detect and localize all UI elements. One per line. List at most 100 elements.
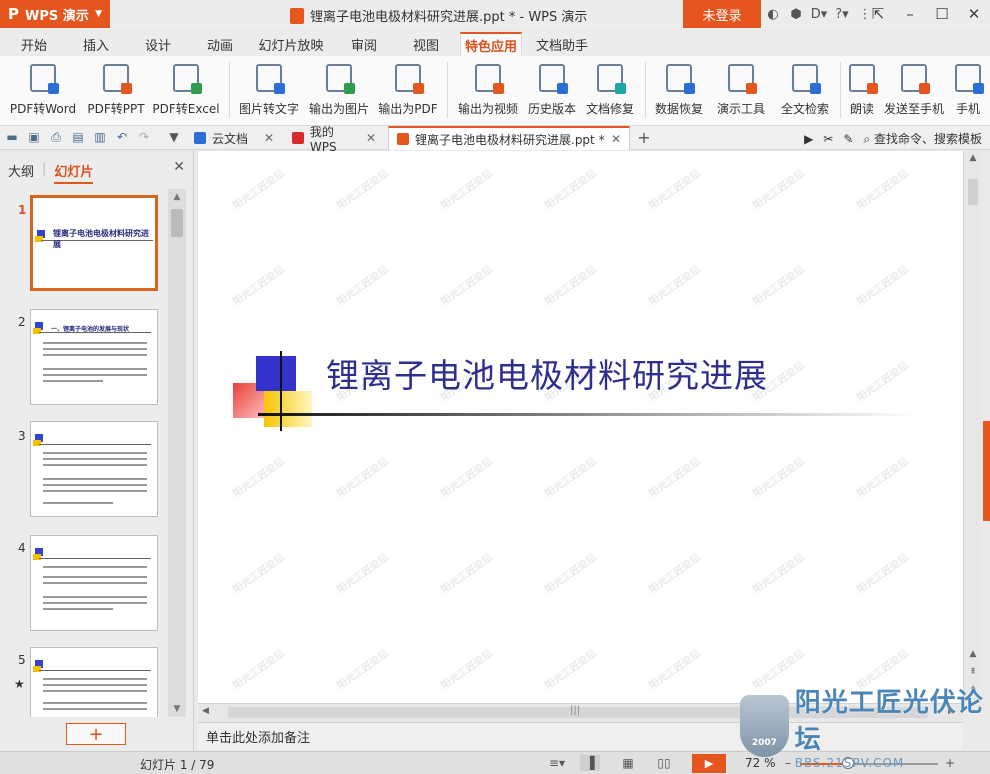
tab-animation[interactable]: 动画	[200, 32, 240, 56]
pdf-to-ppt-button[interactable]: PDF转PPT	[84, 62, 148, 120]
customize-dropdown-icon[interactable]: ▼	[166, 129, 182, 145]
scroll-up-icon[interactable]: ▲	[964, 153, 982, 163]
slide-thumb-1[interactable]: 锂离子电池电极材料研究进展	[30, 195, 158, 291]
login-button[interactable]: 未登录	[683, 0, 761, 28]
scroll-up-icon[interactable]: ▲	[168, 189, 186, 205]
prev-slide-icon[interactable]: ⇞	[964, 667, 982, 677]
phone-button[interactable]: 手机	[950, 62, 986, 120]
save-icon[interactable]: ▣	[26, 129, 42, 145]
thumb-text	[43, 678, 147, 680]
pdf-to-excel-icon	[173, 64, 202, 94]
ribbon-separator	[447, 62, 448, 118]
close-icon[interactable]: ✕	[958, 0, 990, 28]
maximize-icon[interactable]: ☐	[926, 0, 958, 28]
export-image-label: 输出为图片	[308, 102, 369, 116]
pdf-to-word-button[interactable]: PDF转Word	[8, 62, 78, 120]
slide-thumb-3[interactable]	[30, 421, 158, 517]
play-slideshow-button[interactable]: ▶	[692, 754, 726, 773]
panel-tabs: 大纲 | 幻灯片	[8, 161, 94, 184]
scroll-left-icon[interactable]: ◀	[202, 706, 209, 716]
scroll-thumb[interactable]	[968, 179, 978, 205]
tools-icon[interactable]: ✎	[843, 132, 853, 146]
minimize-icon[interactable]: –	[894, 0, 926, 28]
normal-view-icon[interactable]: ▐	[580, 755, 600, 771]
slides-panel: 大纲 | 幻灯片 ✕ 1 锂离子电池电极材料研究进展 2 一、锂离子电池的发展与…	[0, 151, 194, 751]
scroll-thumb[interactable]	[171, 209, 183, 237]
ocr-button[interactable]: 图片转文字	[236, 62, 302, 120]
present-tools-button[interactable]: 演示工具	[710, 62, 772, 120]
open-folder-icon[interactable]: ▬	[4, 129, 20, 145]
slide-thumb-5[interactable]	[30, 647, 158, 717]
doc-tab-mywps[interactable]: 我的WPS ✕	[284, 125, 384, 154]
slide-thumb-2[interactable]: 一、锂离子电池的发展与现状	[30, 309, 158, 405]
doc-tab-label: 我的WPS	[309, 124, 337, 154]
thumb-text	[43, 464, 147, 466]
help-icon[interactable]: ?▾	[833, 4, 851, 24]
doc-tab-cloud[interactable]: 云文档 ✕	[186, 126, 282, 150]
vertical-scrollbar[interactable]: ▲ ▲ ⇞ ⇟	[963, 151, 981, 703]
restore-ribbon-icon[interactable]: ⇱	[862, 0, 894, 28]
thumb-text	[43, 452, 147, 454]
redo-icon[interactable]: ↷	[136, 129, 152, 145]
thumb-text	[43, 368, 147, 370]
export-pdf-button[interactable]: 输出为PDF	[376, 62, 440, 120]
tab-design[interactable]: 设计	[138, 32, 178, 56]
scroll-down-icon[interactable]: ▼	[168, 701, 186, 717]
skin-icon[interactable]: ◐	[764, 4, 782, 24]
slide-number: 4	[18, 541, 26, 555]
slide-thumb-4[interactable]	[30, 535, 158, 631]
watermark-tile: 阳光工匠论坛	[335, 552, 391, 596]
forum-name: 阳光工匠光伏论坛	[794, 688, 984, 755]
undo-icon[interactable]: ↶	[114, 129, 130, 145]
close-icon[interactable]: ✕	[366, 131, 376, 145]
new-tab-icon[interactable]: +	[636, 128, 652, 147]
thumb-text	[43, 576, 147, 578]
tab-special-apps[interactable]: 特色应用	[460, 32, 522, 56]
video-icon[interactable]: ▶	[804, 132, 813, 146]
watermark-tile: 阳光工匠论坛	[543, 552, 599, 596]
pdf-to-excel-button[interactable]: PDF转Excel	[152, 62, 220, 120]
command-search[interactable]: ⌕ 查找命令、搜索模板	[863, 130, 982, 147]
history-button[interactable]: 历史版本	[525, 62, 579, 120]
recover-button[interactable]: 数据恢复	[652, 62, 706, 120]
share-icon[interactable]: D▾	[810, 4, 828, 24]
add-slide-button[interactable]: +	[66, 723, 126, 745]
close-icon[interactable]: ✕	[264, 131, 274, 145]
send-phone-button[interactable]: 发送至手机	[882, 62, 946, 120]
tab-review[interactable]: 审阅	[344, 32, 384, 56]
tab-doc-assistant[interactable]: 文档助手	[532, 32, 592, 56]
scroll-up-icon[interactable]: ▲	[964, 649, 982, 659]
close-icon[interactable]: ✕	[611, 132, 621, 146]
panel-scrollbar[interactable]: ▲ ▼	[168, 189, 186, 717]
repair-button[interactable]: 文档修复	[583, 62, 637, 120]
close-icon[interactable]: ✕	[173, 159, 185, 175]
tab-outline[interactable]: 大纲	[8, 161, 34, 184]
tab-view[interactable]: 视图	[406, 32, 446, 56]
settings-icon[interactable]: ⬢	[787, 4, 805, 24]
search-doc-button[interactable]: 全文检索	[776, 62, 834, 120]
tab-slideshow[interactable]: 幻灯片放映	[256, 32, 326, 56]
pin-icon[interactable]: ✂	[823, 132, 833, 146]
export-pdf-quick-icon[interactable]: ⎙	[48, 129, 64, 145]
print-icon[interactable]: ▤	[70, 129, 86, 145]
thumb-text	[43, 458, 147, 460]
read-aloud-button[interactable]: 朗读	[846, 62, 878, 120]
preview-icon[interactable]: ▥	[92, 129, 108, 145]
search-icon: ⌕	[863, 132, 871, 146]
app-menu-button[interactable]: P WPS 演示 ▼	[0, 0, 110, 28]
zoom-level[interactable]: 72 %	[745, 756, 776, 770]
tab-home[interactable]: 开始	[14, 32, 54, 56]
side-panel-handle[interactable]	[983, 421, 990, 521]
tab-insert[interactable]: 插入	[76, 32, 116, 56]
slide-canvas[interactable]: 阳光工匠论坛 阳光工匠论坛 阳光工匠论坛 阳光工匠论坛 阳光工匠论坛 阳光工匠论坛 阳光工匠…	[198, 151, 963, 703]
watermark-tile: 阳光工匠论坛	[543, 264, 599, 308]
export-video-button[interactable]: 输出为视频	[455, 62, 521, 120]
slide-sorter-icon[interactable]: ▦	[618, 755, 638, 771]
reading-view-icon[interactable]: ▯▯	[654, 755, 674, 771]
export-image-button[interactable]: 输出为图片	[306, 62, 372, 120]
doc-tab-current[interactable]: 锂离子电池电极材料研究进展.ppt * ✕	[388, 126, 630, 150]
thumb-text	[43, 342, 147, 344]
notes-toggle-icon[interactable]: ≡▾	[544, 755, 570, 771]
slide-title[interactable]: 锂离子电池电极材料研究进展	[326, 349, 768, 397]
tab-slides[interactable]: 幻灯片	[54, 161, 94, 184]
